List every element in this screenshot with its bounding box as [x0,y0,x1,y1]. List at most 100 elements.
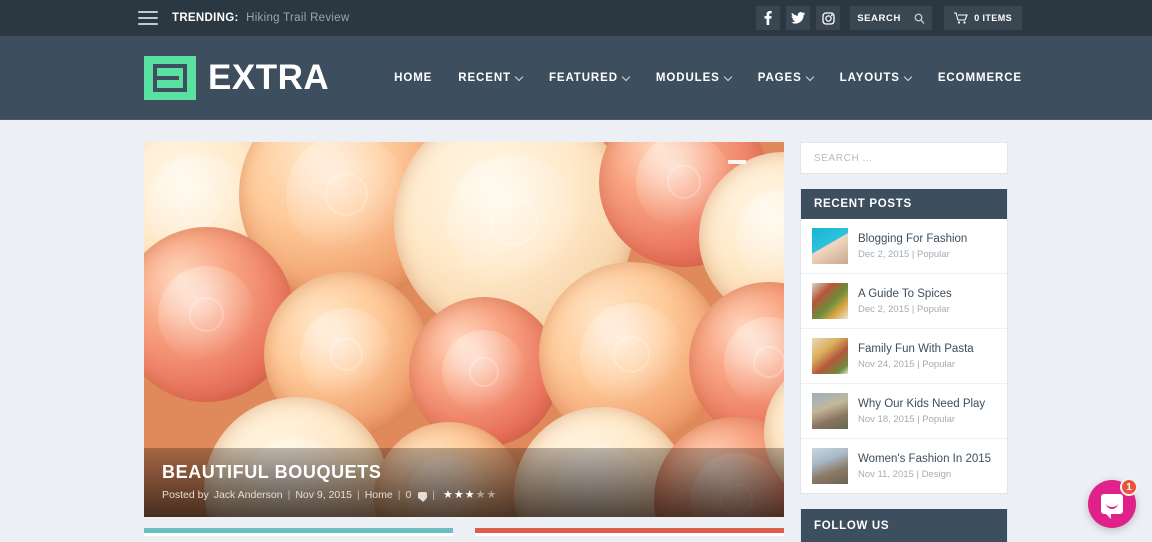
post-thumbnail [812,283,848,319]
post-card[interactable] [475,528,784,536]
post-title[interactable]: Women's Fashion In 2015 [858,452,991,466]
main-navigation: HOME RECENT FEATURED MODULES PAGES LAYOU… [394,72,1022,84]
chevron-down-icon [623,74,630,81]
post-category[interactable]: Popular [917,249,950,260]
meta-separator: | [397,489,401,501]
featured-post-slide[interactable]: BEAUTIFUL BOUQUETS Posted by Jack Anders… [144,142,784,517]
post-date: Nov 18, 2015 [858,414,915,426]
nav-item-featured[interactable]: FEATURED [549,72,630,84]
list-item[interactable]: A Guide To Spices Dec 2, 2015 | Popular [801,274,1007,329]
comment-icon [418,491,428,502]
logo-text: EXTRA [208,57,330,97]
post-meta: Dec 2, 2015 | Popular [858,249,950,261]
twitter-icon[interactable] [786,6,811,30]
post-thumbnail [812,448,848,484]
post-card-row [144,528,784,536]
list-item[interactable]: Family Fun With Pasta Nov 24, 2015 | Pop… [801,329,1007,384]
post-category[interactable]: Popular [922,414,955,425]
nav-label: RECENT [458,71,511,84]
posted-by-label: Posted by [162,489,209,501]
list-item[interactable]: Why Our Kids Need Play Nov 18, 2015 | Po… [801,384,1007,439]
star-icon: ★ [464,488,475,501]
page-content: BEAUTIFUL BOUQUETS Posted by Jack Anders… [0,120,1152,542]
post-date: Nov 11, 2015 [858,469,914,481]
post-date: Nov 24, 2015 [858,359,915,371]
meta-separator: | [287,489,291,501]
post-thumbnail [812,228,848,264]
facebook-icon[interactable] [756,6,781,30]
magnifier-icon [914,13,925,24]
meta-separator: | [356,489,360,501]
list-item[interactable]: Women's Fashion In 2015 Nov 11, 2015 | D… [801,439,1007,493]
chevron-down-icon [725,74,732,81]
star-icon: ★ [443,488,453,501]
post-meta: Nov 18, 2015 | Popular [858,414,956,426]
post-date: Dec 2, 2015 [858,304,910,316]
nav-item-ecommerce[interactable]: ECOMMERCE [938,72,1022,84]
meta-separator: | [432,489,436,501]
nav-item-home[interactable]: HOME [394,72,432,84]
chat-launcher-button[interactable]: 1 [1088,478,1138,528]
nav-item-pages[interactable]: PAGES [758,72,814,84]
star-icon: ★ [453,488,464,501]
site-logo[interactable]: EXTRA [144,55,330,100]
recent-posts-widget: RECENT POSTS Blogging For Fashion Dec 2,… [800,189,1008,494]
post-card[interactable] [144,528,453,536]
top-bar-actions: SEARCH 0 ITEMS [756,6,1022,30]
sidebar: SEARCH ... RECENT POSTS Blogging For Fas… [800,142,1008,542]
hero-post-meta: Posted by Jack Anderson | Nov 9, 2015 | … [162,488,766,502]
trending-ticker: TRENDING: Hiking Trail Review [172,12,350,24]
hero-comment-count[interactable]: 0 [405,489,411,501]
follow-us-heading: FOLLOW US [801,509,1007,542]
sidebar-search-placeholder: SEARCH ... [814,152,873,164]
hero-caption: BEAUTIFUL BOUQUETS Posted by Jack Anders… [144,448,784,517]
post-title[interactable]: Blogging For Fashion [858,232,967,246]
recent-posts-heading: RECENT POSTS [801,189,1007,219]
post-category[interactable]: Popular [917,304,950,315]
star-icon: ★ [486,488,497,501]
header-search-box[interactable]: SEARCH [850,6,933,30]
post-title[interactable]: A Guide To Spices [858,287,952,301]
post-category[interactable]: Design [922,469,952,480]
hero-category[interactable]: Home [365,489,393,501]
sidebar-search-input[interactable]: SEARCH ... [800,142,1008,174]
post-thumbnail [812,393,848,429]
chat-unread-badge: 1 [1120,478,1138,496]
trending-headline[interactable]: Hiking Trail Review [246,12,349,24]
nav-item-modules[interactable]: MODULES [656,72,732,84]
nav-label: LAYOUTS [839,71,900,84]
nav-item-layouts[interactable]: LAYOUTS [840,72,912,84]
cart-item-count: 0 ITEMS [974,13,1012,23]
trending-label: TRENDING: [172,12,239,24]
instagram-icon[interactable] [816,6,841,30]
post-meta: Nov 24, 2015 | Popular [858,359,956,371]
site-header: EXTRA HOME RECENT FEATURED MODULES PAGES… [0,36,1152,120]
nav-label: MODULES [655,71,720,84]
post-meta: Nov 11, 2015 | Design [858,469,952,481]
post-date: Dec 2, 2015 [858,249,910,261]
slider-indicator[interactable] [728,160,746,164]
post-meta: Dec 2, 2015 | Popular [858,304,950,316]
chevron-down-icon [807,74,814,81]
nav-label: HOME [394,71,433,84]
header-search-label: SEARCH [857,12,901,24]
cart-icon [954,12,968,24]
list-item[interactable]: Blogging For Fashion Dec 2, 2015 | Popul… [801,219,1007,274]
hamburger-menu-icon[interactable] [138,11,158,25]
nav-label: PAGES [757,71,802,84]
smile-icon [1106,503,1118,509]
post-category[interactable]: Popular [922,359,955,370]
nav-item-recent[interactable]: RECENT [458,72,523,84]
post-title[interactable]: Family Fun With Pasta [858,342,974,356]
chevron-down-icon [516,74,523,81]
follow-us-widget: FOLLOW US [800,509,1008,542]
chevron-down-icon [905,74,912,81]
post-title[interactable]: Why Our Kids Need Play [858,397,985,411]
star-icon: ★ [475,488,486,501]
main-column: BEAUTIFUL BOUQUETS Posted by Jack Anders… [144,142,784,542]
cart-button[interactable]: 0 ITEMS [944,6,1022,30]
nav-label: FEATURED [548,71,618,84]
nav-label: ECOMMERCE [937,71,1022,84]
hero-post-title[interactable]: BEAUTIFUL BOUQUETS [162,462,766,483]
hero-author[interactable]: Jack Anderson [214,489,283,501]
